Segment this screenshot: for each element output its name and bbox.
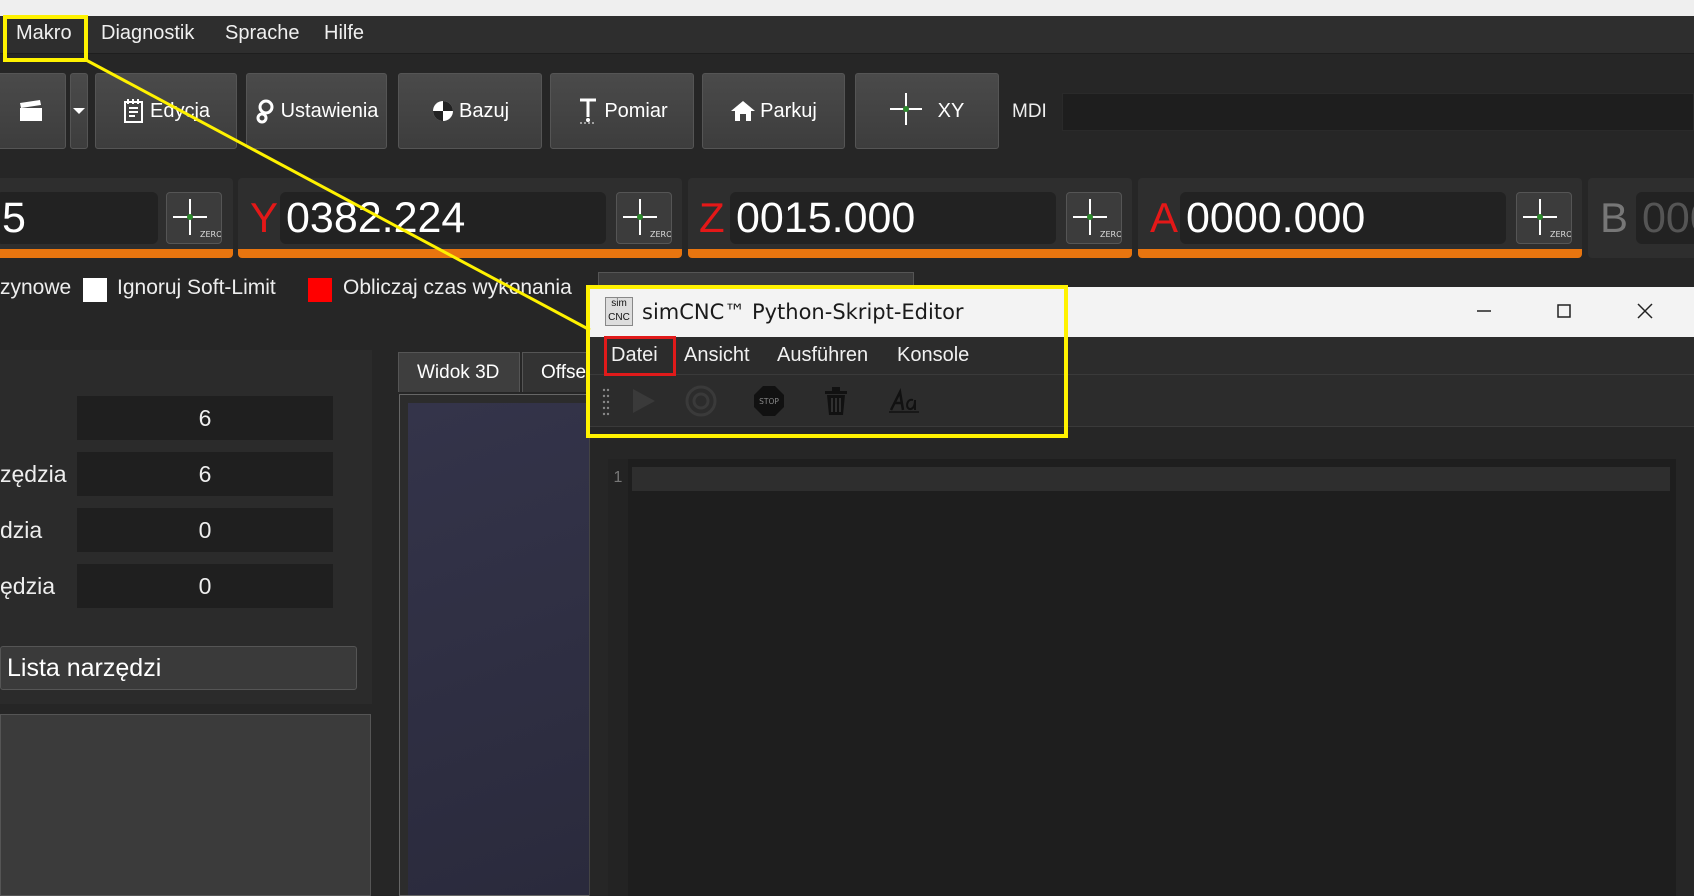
clapper-icon xyxy=(20,100,42,121)
calc-time-checkbox[interactable] xyxy=(308,278,332,302)
3d-view-panel[interactable] xyxy=(399,394,599,896)
zero-crosshair-icon: ZERO xyxy=(1073,199,1122,239)
highlight-datei-menu xyxy=(604,336,676,376)
program-dropdown-button[interactable] xyxy=(70,73,88,149)
axis-b-letter: B xyxy=(1600,194,1629,241)
probe-button-label: Pomiar xyxy=(604,99,668,122)
axis-a-value[interactable]: 0000.000 xyxy=(1180,192,1506,244)
menu-diagnostik[interactable]: Diagnostik xyxy=(101,22,194,45)
probe-icon xyxy=(580,98,597,124)
zero-crosshair-icon xyxy=(889,93,922,125)
axis-a-display: A 0000.000 ZERO xyxy=(1138,178,1582,258)
park-button[interactable]: Parkuj xyxy=(702,73,845,149)
settings-button[interactable]: Ustawienia xyxy=(246,73,387,149)
gears-icon xyxy=(256,99,274,124)
menu-hilfe[interactable]: Hilfe xyxy=(324,22,364,45)
zero-xy-button-label: XY xyxy=(937,99,965,122)
lower-left-panel xyxy=(0,714,371,896)
probe-button[interactable]: Pomiar xyxy=(550,73,694,149)
axis-x-display: 5 ZERO xyxy=(0,178,233,258)
tool-info-value-3: 0 xyxy=(77,508,333,552)
axis-y-letter: Y xyxy=(250,194,279,241)
axis-y-display: Y 0382.224 ZERO xyxy=(238,178,682,258)
svg-text:ZERO: ZERO xyxy=(1100,230,1121,239)
tool-list-button[interactable]: Lista narzędzi xyxy=(0,646,357,690)
highlight-makro-menu xyxy=(3,15,88,62)
tab-widok-3d[interactable]: Widok 3D xyxy=(398,352,520,392)
3d-view-canvas[interactable] xyxy=(408,403,598,895)
axis-y-value[interactable]: 0382.224 xyxy=(280,192,606,244)
axis-z-display: Z 0015.000 ZERO xyxy=(688,178,1132,258)
menu-sprache[interactable]: Sprache xyxy=(225,22,300,45)
tool-info-label-4: ędzia xyxy=(0,573,55,599)
notepad-icon xyxy=(123,99,143,123)
axis-z-zero-button[interactable]: ZERO xyxy=(1066,192,1122,244)
axis-x-value[interactable]: 5 xyxy=(0,192,158,244)
home-axes-button[interactable]: Bazuj xyxy=(398,73,542,149)
axis-b-value[interactable]: 000 xyxy=(1636,192,1694,244)
reference-target-icon xyxy=(432,101,453,121)
soft-limit-label: Ignoruj Soft-Limit xyxy=(117,276,276,299)
svg-text:ZERO: ZERO xyxy=(1550,230,1571,239)
axis-a-letter: A xyxy=(1150,194,1179,241)
tool-info-label-2: zędzia xyxy=(0,461,67,487)
park-button-label: Parkuj xyxy=(760,99,817,122)
edit-button-label: Edycja xyxy=(149,99,211,122)
zero-xy-button[interactable]: XY xyxy=(855,73,999,149)
mdi-label: MDI xyxy=(1012,101,1047,122)
line-number-gutter: 1 xyxy=(608,459,628,896)
svg-text:ZERO: ZERO xyxy=(200,230,221,239)
tool-info-value-4: 0 xyxy=(77,564,333,608)
close-icon[interactable] xyxy=(1633,299,1657,323)
maximize-icon[interactable] xyxy=(1552,299,1576,323)
soft-limit-checkbox[interactable] xyxy=(83,278,107,302)
axis-a-zero-button[interactable]: ZERO xyxy=(1516,192,1572,244)
main-toolbar: Edycja Ustawienia Bazuj Pomiar Parkuj XY… xyxy=(0,56,1694,166)
program-button[interactable] xyxy=(0,73,66,149)
axis-y-zero-button[interactable]: ZERO xyxy=(616,192,672,244)
current-line-highlight xyxy=(632,467,1670,491)
axis-x-zero-button[interactable]: ZERO xyxy=(166,192,222,244)
code-editor-area[interactable]: 1 xyxy=(608,459,1676,896)
mdi-input[interactable] xyxy=(1062,93,1694,131)
minimize-icon[interactable] xyxy=(1472,299,1496,323)
calc-time-label: Obliczaj czas wykonania xyxy=(343,276,572,299)
house-icon xyxy=(731,101,756,121)
screen-top-strip xyxy=(0,0,1694,16)
axis-b-display: B 000 xyxy=(1588,178,1694,258)
home-axes-button-label: Bazuj xyxy=(458,99,510,122)
axis-z-letter: Z xyxy=(699,194,725,241)
zero-crosshair-icon: ZERO xyxy=(1523,199,1572,239)
option-partial-label: zynowe xyxy=(0,276,72,299)
main-menubar: Makro Diagnostik Sprache Hilfe xyxy=(0,16,1694,54)
chevron-down-icon xyxy=(73,108,85,114)
edit-button[interactable]: Edycja xyxy=(95,73,237,149)
zero-crosshair-icon: ZERO xyxy=(623,199,672,239)
svg-text:ZERO: ZERO xyxy=(650,230,671,239)
settings-button-label: Ustawienia xyxy=(280,99,379,122)
tool-info-value-2: 6 xyxy=(77,452,333,496)
axis-z-value[interactable]: 0015.000 xyxy=(730,192,1056,244)
tool-info-label-3: dzia xyxy=(0,517,43,543)
zero-crosshair-icon: ZERO xyxy=(173,199,222,239)
tool-info-value-1: 6 xyxy=(77,396,333,440)
